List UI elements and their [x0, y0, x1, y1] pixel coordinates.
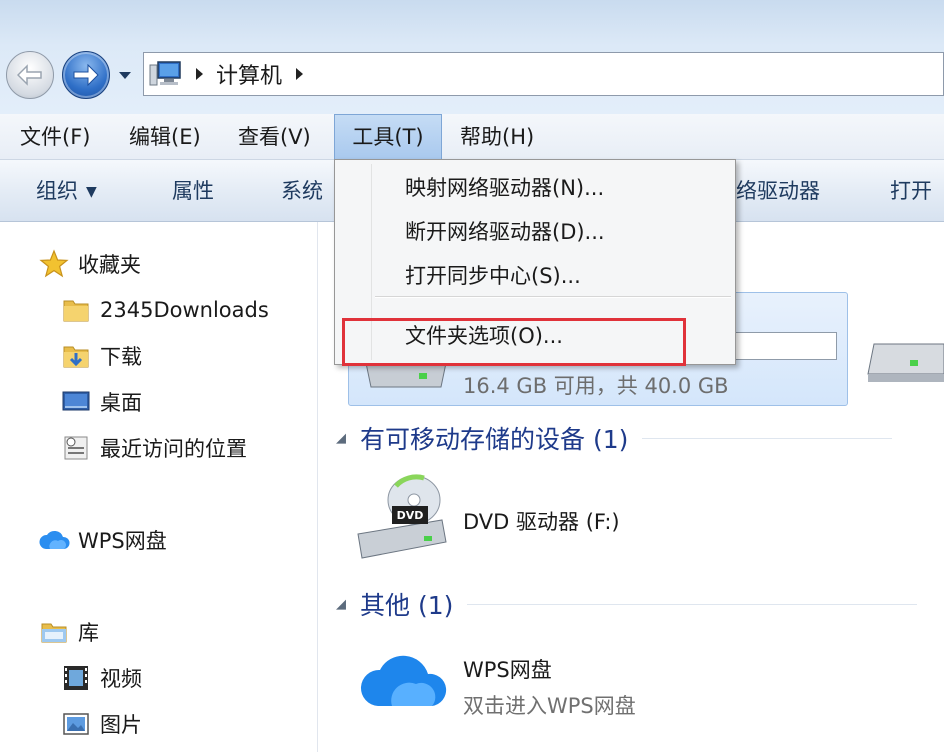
- menu-separator-highlight: [375, 297, 731, 298]
- nav-item-pictures[interactable]: 图片: [60, 704, 142, 744]
- library-icon: [38, 616, 70, 648]
- menu-item-open-sync-center[interactable]: 打开同步中心(S)...: [405, 254, 581, 298]
- collapse-triangle-icon[interactable]: ◢: [336, 597, 346, 612]
- group-removable-title: 有可移动存储的设备 (1): [360, 425, 629, 454]
- dvd-drive-label[interactable]: DVD 驱动器 (F:): [463, 506, 620, 536]
- wps-cloud-icon: [360, 655, 447, 706]
- nav-favorites-label: 收藏夹: [78, 253, 141, 277]
- nav-favorites[interactable]: 收藏夹: [38, 244, 141, 284]
- system-properties-button[interactable]: 系统: [281, 160, 323, 222]
- wps-cloud-title[interactable]: WPS网盘: [463, 654, 552, 684]
- hard-drive-icon[interactable]: [864, 330, 944, 386]
- menu-item-folder-options[interactable]: 文件夹选项(O)...: [405, 314, 563, 358]
- address-path-computer[interactable]: 计算机: [216, 58, 282, 90]
- wps-cloud-subtitle: 双击进入WPS网盘: [463, 694, 636, 718]
- address-bar[interactable]: 计算机: [143, 52, 944, 96]
- menu-bar: 文件(F) 编辑(E) 查看(V) 工具(T) 帮助(H): [0, 114, 944, 160]
- collapse-triangle-icon[interactable]: ◢: [336, 431, 346, 446]
- menu-edit[interactable]: 编辑(E): [129, 114, 201, 160]
- organize-label: 组织: [36, 179, 78, 203]
- back-button[interactable]: [6, 51, 54, 99]
- organize-button[interactable]: 组织 ▼: [36, 160, 97, 222]
- group-removable-storage[interactable]: ◢ 有可移动存储的设备 (1): [336, 418, 893, 458]
- downloads-folder-icon: [60, 340, 92, 372]
- menu-item-disconnect-network-drive[interactable]: 断开网络驱动器(D)...: [405, 210, 605, 254]
- nav-item-downloads[interactable]: 下载: [60, 336, 142, 376]
- nav-item-videos[interactable]: 视频: [60, 658, 142, 698]
- group-other[interactable]: ◢ 其他 (1): [336, 584, 918, 624]
- star-icon: [38, 248, 70, 280]
- dvd-drive-icon: DVD: [357, 474, 447, 559]
- forward-button[interactable]: [62, 51, 110, 99]
- properties-button[interactable]: 属性: [172, 160, 214, 222]
- menu-help[interactable]: 帮助(H): [460, 114, 534, 160]
- navigation-pane: 收藏夹 2345Downloads 下载 桌面 最近访问的位置 WPS网盘 库 …: [0, 222, 318, 752]
- folder-icon: [60, 294, 92, 326]
- menu-view[interactable]: 查看(V): [238, 114, 311, 160]
- menu-gutter: [371, 164, 372, 360]
- computer-icon: [149, 61, 181, 86]
- map-network-drive-button[interactable]: 络驱动器: [736, 160, 820, 222]
- group-divider: [467, 603, 918, 605]
- chevron-right-icon[interactable]: [192, 67, 206, 81]
- nav-item-recent-places[interactable]: 最近访问的位置: [60, 428, 247, 468]
- chevron-down-icon: ▼: [86, 184, 97, 200]
- nav-wps-cloud[interactable]: WPS网盘: [38, 520, 167, 560]
- desktop-icon: [60, 386, 92, 418]
- forward-arrow-icon: [73, 63, 99, 87]
- open-control-panel-button[interactable]: 打开: [890, 160, 932, 222]
- wps-cloud-icon: [38, 524, 70, 556]
- menu-item-map-network-drive[interactable]: 映射网络驱动器(N)...: [405, 166, 604, 210]
- recent-pages-dropdown-icon[interactable]: [116, 66, 134, 84]
- nav-item-label: 最近访问的位置: [100, 437, 247, 461]
- group-divider: [642, 437, 893, 439]
- nav-item-2345downloads[interactable]: 2345Downloads: [60, 290, 269, 330]
- nav-wps-label: WPS网盘: [78, 529, 167, 553]
- chevron-right-icon[interactable]: [292, 67, 306, 81]
- video-film-icon: [60, 662, 92, 694]
- tools-dropdown-menu: 映射网络驱动器(N)... 断开网络驱动器(D)... 打开同步中心(S)...…: [334, 159, 736, 365]
- menu-file[interactable]: 文件(F): [20, 114, 90, 160]
- nav-item-desktop[interactable]: 桌面: [60, 382, 142, 422]
- recent-places-icon: [60, 432, 92, 464]
- nav-item-label: 图片: [100, 713, 142, 737]
- address-area: 计算机: [0, 0, 944, 114]
- nav-item-label: 视频: [100, 667, 142, 691]
- picture-icon: [60, 708, 92, 740]
- nav-item-label: 2345Downloads: [100, 298, 269, 322]
- nav-item-label: 下载: [100, 345, 142, 369]
- menu-tools[interactable]: 工具(T): [334, 114, 442, 160]
- wps-cloud-item[interactable]: [358, 646, 454, 716]
- disk-free-space: 16.4 GB 可用，共 40.0 GB: [463, 374, 729, 398]
- back-arrow-icon: [17, 64, 42, 86]
- nav-libraries-label: 库: [78, 621, 99, 645]
- group-other-title: 其他 (1): [360, 591, 454, 620]
- nav-libraries[interactable]: 库: [38, 612, 99, 652]
- dvd-badge: DVD: [397, 509, 424, 522]
- nav-item-label: 桌面: [100, 391, 142, 415]
